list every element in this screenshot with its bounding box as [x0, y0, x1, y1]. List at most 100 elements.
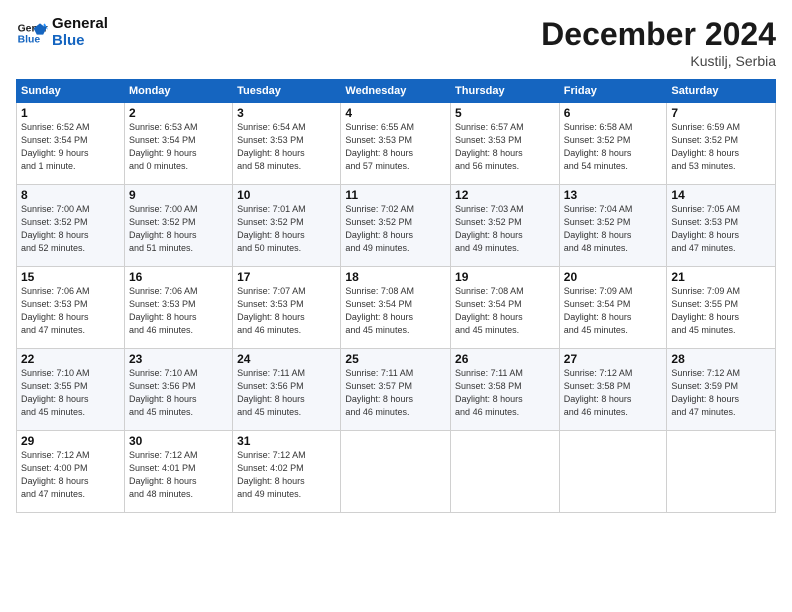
- logo: General Blue General Blue: [16, 16, 108, 49]
- day-number: 13: [564, 188, 663, 202]
- table-row: 15Sunrise: 7:06 AM Sunset: 3:53 PM Dayli…: [17, 267, 125, 349]
- table-row: [341, 431, 451, 513]
- table-row: 24Sunrise: 7:11 AM Sunset: 3:56 PM Dayli…: [233, 349, 341, 431]
- col-tuesday: Tuesday: [233, 80, 341, 103]
- table-row: 7Sunrise: 6:59 AM Sunset: 3:52 PM Daylig…: [667, 103, 776, 185]
- day-number: 8: [21, 188, 120, 202]
- calendar-body: 1Sunrise: 6:52 AM Sunset: 3:54 PM Daylig…: [17, 103, 776, 513]
- day-number: 21: [671, 270, 771, 284]
- day-info: Sunrise: 7:05 AM Sunset: 3:53 PM Dayligh…: [671, 203, 771, 255]
- day-info: Sunrise: 7:00 AM Sunset: 3:52 PM Dayligh…: [21, 203, 120, 255]
- table-row: 13Sunrise: 7:04 AM Sunset: 3:52 PM Dayli…: [559, 185, 667, 267]
- table-row: [451, 431, 560, 513]
- day-info: Sunrise: 7:09 AM Sunset: 3:55 PM Dayligh…: [671, 285, 771, 337]
- day-info: Sunrise: 7:11 AM Sunset: 3:57 PM Dayligh…: [345, 367, 446, 419]
- table-row: 25Sunrise: 7:11 AM Sunset: 3:57 PM Dayli…: [341, 349, 451, 431]
- day-info: Sunrise: 7:10 AM Sunset: 3:56 PM Dayligh…: [129, 367, 228, 419]
- col-monday: Monday: [124, 80, 232, 103]
- day-info: Sunrise: 7:03 AM Sunset: 3:52 PM Dayligh…: [455, 203, 555, 255]
- table-row: 26Sunrise: 7:11 AM Sunset: 3:58 PM Dayli…: [451, 349, 560, 431]
- day-number: 14: [671, 188, 771, 202]
- day-info: Sunrise: 7:11 AM Sunset: 3:58 PM Dayligh…: [455, 367, 555, 419]
- table-row: 16Sunrise: 7:06 AM Sunset: 3:53 PM Dayli…: [124, 267, 232, 349]
- table-row: 17Sunrise: 7:07 AM Sunset: 3:53 PM Dayli…: [233, 267, 341, 349]
- table-row: 6Sunrise: 6:58 AM Sunset: 3:52 PM Daylig…: [559, 103, 667, 185]
- table-row: 19Sunrise: 7:08 AM Sunset: 3:54 PM Dayli…: [451, 267, 560, 349]
- table-row: 31Sunrise: 7:12 AM Sunset: 4:02 PM Dayli…: [233, 431, 341, 513]
- table-row: 18Sunrise: 7:08 AM Sunset: 3:54 PM Dayli…: [341, 267, 451, 349]
- table-row: 12Sunrise: 7:03 AM Sunset: 3:52 PM Dayli…: [451, 185, 560, 267]
- day-number: 1: [21, 106, 120, 120]
- calendar-header: Sunday Monday Tuesday Wednesday Thursday…: [17, 80, 776, 103]
- table-row: 30Sunrise: 7:12 AM Sunset: 4:01 PM Dayli…: [124, 431, 232, 513]
- day-info: Sunrise: 7:00 AM Sunset: 3:52 PM Dayligh…: [129, 203, 228, 255]
- day-number: 26: [455, 352, 555, 366]
- day-info: Sunrise: 7:06 AM Sunset: 3:53 PM Dayligh…: [129, 285, 228, 337]
- day-info: Sunrise: 7:08 AM Sunset: 3:54 PM Dayligh…: [455, 285, 555, 337]
- day-info: Sunrise: 7:12 AM Sunset: 4:02 PM Dayligh…: [237, 449, 336, 501]
- day-number: 5: [455, 106, 555, 120]
- day-number: 24: [237, 352, 336, 366]
- svg-text:Blue: Blue: [18, 34, 41, 45]
- table-row: 28Sunrise: 7:12 AM Sunset: 3:59 PM Dayli…: [667, 349, 776, 431]
- day-info: Sunrise: 6:54 AM Sunset: 3:53 PM Dayligh…: [237, 121, 336, 173]
- day-number: 3: [237, 106, 336, 120]
- header: General Blue General Blue December 2024 …: [16, 16, 776, 69]
- day-info: Sunrise: 6:57 AM Sunset: 3:53 PM Dayligh…: [455, 121, 555, 173]
- day-number: 12: [455, 188, 555, 202]
- day-number: 22: [21, 352, 120, 366]
- table-row: 14Sunrise: 7:05 AM Sunset: 3:53 PM Dayli…: [667, 185, 776, 267]
- day-info: Sunrise: 6:53 AM Sunset: 3:54 PM Dayligh…: [129, 121, 228, 173]
- day-number: 15: [21, 270, 120, 284]
- table-row: 20Sunrise: 7:09 AM Sunset: 3:54 PM Dayli…: [559, 267, 667, 349]
- day-number: 20: [564, 270, 663, 284]
- day-number: 25: [345, 352, 446, 366]
- day-info: Sunrise: 6:55 AM Sunset: 3:53 PM Dayligh…: [345, 121, 446, 173]
- table-row: [559, 431, 667, 513]
- table-row: 4Sunrise: 6:55 AM Sunset: 3:53 PM Daylig…: [341, 103, 451, 185]
- col-wednesday: Wednesday: [341, 80, 451, 103]
- col-saturday: Saturday: [667, 80, 776, 103]
- day-number: 16: [129, 270, 228, 284]
- day-info: Sunrise: 7:12 AM Sunset: 4:01 PM Dayligh…: [129, 449, 228, 501]
- day-number: 10: [237, 188, 336, 202]
- day-number: 17: [237, 270, 336, 284]
- table-row: 9Sunrise: 7:00 AM Sunset: 3:52 PM Daylig…: [124, 185, 232, 267]
- month-title: December 2024: [541, 16, 776, 53]
- day-number: 23: [129, 352, 228, 366]
- page: General Blue General Blue December 2024 …: [0, 0, 792, 612]
- table-row: 1Sunrise: 6:52 AM Sunset: 3:54 PM Daylig…: [17, 103, 125, 185]
- day-info: Sunrise: 7:08 AM Sunset: 3:54 PM Dayligh…: [345, 285, 446, 337]
- logo-line1: General: [52, 16, 108, 33]
- day-number: 9: [129, 188, 228, 202]
- day-info: Sunrise: 7:02 AM Sunset: 3:52 PM Dayligh…: [345, 203, 446, 255]
- col-sunday: Sunday: [17, 80, 125, 103]
- day-number: 27: [564, 352, 663, 366]
- table-row: 21Sunrise: 7:09 AM Sunset: 3:55 PM Dayli…: [667, 267, 776, 349]
- day-info: Sunrise: 7:01 AM Sunset: 3:52 PM Dayligh…: [237, 203, 336, 255]
- calendar-table: Sunday Monday Tuesday Wednesday Thursday…: [16, 79, 776, 513]
- table-row: 23Sunrise: 7:10 AM Sunset: 3:56 PM Dayli…: [124, 349, 232, 431]
- day-number: 29: [21, 434, 120, 448]
- day-number: 28: [671, 352, 771, 366]
- day-info: Sunrise: 7:10 AM Sunset: 3:55 PM Dayligh…: [21, 367, 120, 419]
- day-number: 6: [564, 106, 663, 120]
- table-row: 5Sunrise: 6:57 AM Sunset: 3:53 PM Daylig…: [451, 103, 560, 185]
- day-number: 11: [345, 188, 446, 202]
- logo-line2: Blue: [52, 33, 108, 50]
- table-row: 8Sunrise: 7:00 AM Sunset: 3:52 PM Daylig…: [17, 185, 125, 267]
- table-row: 2Sunrise: 6:53 AM Sunset: 3:54 PM Daylig…: [124, 103, 232, 185]
- day-info: Sunrise: 6:52 AM Sunset: 3:54 PM Dayligh…: [21, 121, 120, 173]
- day-info: Sunrise: 6:59 AM Sunset: 3:52 PM Dayligh…: [671, 121, 771, 173]
- col-thursday: Thursday: [451, 80, 560, 103]
- day-number: 30: [129, 434, 228, 448]
- table-row: 10Sunrise: 7:01 AM Sunset: 3:52 PM Dayli…: [233, 185, 341, 267]
- day-number: 4: [345, 106, 446, 120]
- table-row: 22Sunrise: 7:10 AM Sunset: 3:55 PM Dayli…: [17, 349, 125, 431]
- header-row: Sunday Monday Tuesday Wednesday Thursday…: [17, 80, 776, 103]
- table-row: 27Sunrise: 7:12 AM Sunset: 3:58 PM Dayli…: [559, 349, 667, 431]
- title-area: December 2024 Kustilj, Serbia: [541, 16, 776, 69]
- day-info: Sunrise: 7:04 AM Sunset: 3:52 PM Dayligh…: [564, 203, 663, 255]
- day-info: Sunrise: 7:06 AM Sunset: 3:53 PM Dayligh…: [21, 285, 120, 337]
- day-number: 18: [345, 270, 446, 284]
